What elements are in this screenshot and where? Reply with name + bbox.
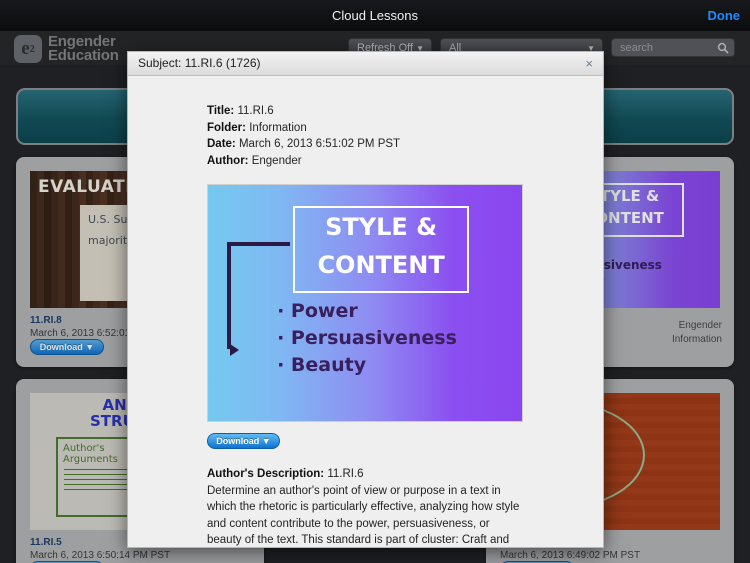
thumbnail-heading: EVALUATE xyxy=(38,177,138,197)
logo-line-2: Education xyxy=(48,47,119,64)
modal-title: Subject: 11.RI.6 (1726) xyxy=(138,56,261,70)
metadata-value-folder: Information xyxy=(249,121,307,134)
search-placeholder: search xyxy=(620,42,654,54)
metadata-value-date: March 6, 2013 6:51:02 PM PST xyxy=(238,138,401,150)
description-code: 11.RI.6 xyxy=(327,468,364,480)
search-input[interactable]: search xyxy=(611,38,735,57)
done-button[interactable]: Done xyxy=(708,0,741,31)
metadata-row-title: Title: 11.RI.6 xyxy=(207,103,400,120)
metadata-row-date: Date: March 6, 2013 6:51:02 PM PST xyxy=(207,136,400,153)
lesson-card-side-meta: Engender Information xyxy=(672,319,722,347)
lesson-date: March 6, 2013 6:50:14 PM PST xyxy=(30,550,171,561)
logo-letter: e xyxy=(21,38,30,59)
lesson-image-art: STYLE & CONTENT · Power · Persuasiveness… xyxy=(208,185,522,421)
lesson-date: March 6, 2013 6:49:02 PM PST xyxy=(500,550,641,561)
modal-body: Title: 11.RI.6 Folder: Information Date:… xyxy=(128,76,603,547)
lesson-detail-modal: Subject: 11.RI.6 (1726) × Title: 11.RI.6… xyxy=(127,51,604,548)
lesson-metadata: Title: 11.RI.6 Folder: Information Date:… xyxy=(207,103,400,169)
engender-logo: e2 Engender Education xyxy=(14,34,119,64)
page-title: Cloud Lessons xyxy=(332,8,418,23)
image-bullet-1: · Power xyxy=(277,300,358,323)
close-icon[interactable]: × xyxy=(585,52,593,75)
lesson-author: Engender xyxy=(678,320,722,331)
download-button[interactable]: Download ▼ xyxy=(30,339,104,355)
logo-wordmark: Engender Education xyxy=(48,34,119,64)
image-heading-line-1: STYLE & xyxy=(325,213,438,242)
description-heading: Author's Description: 11.RI.6 xyxy=(207,466,527,483)
metadata-value-title: 11.RI.6 xyxy=(237,105,274,117)
modal-header: Subject: 11.RI.6 (1726) × xyxy=(128,52,603,76)
search-icon xyxy=(717,42,729,54)
metadata-value-author: Engender xyxy=(251,154,302,167)
author-description: Author's Description: 11.RI.6 Determine … xyxy=(207,466,527,547)
image-heading-box: STYLE & CONTENT xyxy=(292,206,470,293)
metadata-row-folder: Folder: Information xyxy=(207,120,400,137)
logo-mark-icon: e2 xyxy=(14,35,42,63)
metadata-row-author: Author: Engender xyxy=(207,153,400,170)
metadata-label-title: Title: xyxy=(207,105,235,117)
image-bullet-list: · Power · Persuasiveness · Beauty xyxy=(277,298,457,379)
image-bullet-2: · Persuasiveness xyxy=(277,327,457,350)
metadata-label-author: Author: xyxy=(207,154,249,167)
description-body: Determine an author's point of view or p… xyxy=(207,484,520,547)
metadata-label-folder: Folder: xyxy=(207,121,246,134)
image-heading-line-2: CONTENT xyxy=(317,251,445,280)
logo-exponent: 2 xyxy=(29,43,35,55)
lesson-image[interactable]: STYLE & CONTENT · Power · Persuasiveness… xyxy=(207,184,523,422)
download-button[interactable]: Download ▼ xyxy=(207,433,280,449)
top-bar: Cloud Lessons Done xyxy=(0,0,750,32)
image-bullet-3: · Beauty xyxy=(277,354,367,377)
lesson-folder: Information xyxy=(671,334,722,345)
metadata-label-date: Date: xyxy=(207,138,236,150)
description-label: Author's Description: xyxy=(207,468,325,480)
